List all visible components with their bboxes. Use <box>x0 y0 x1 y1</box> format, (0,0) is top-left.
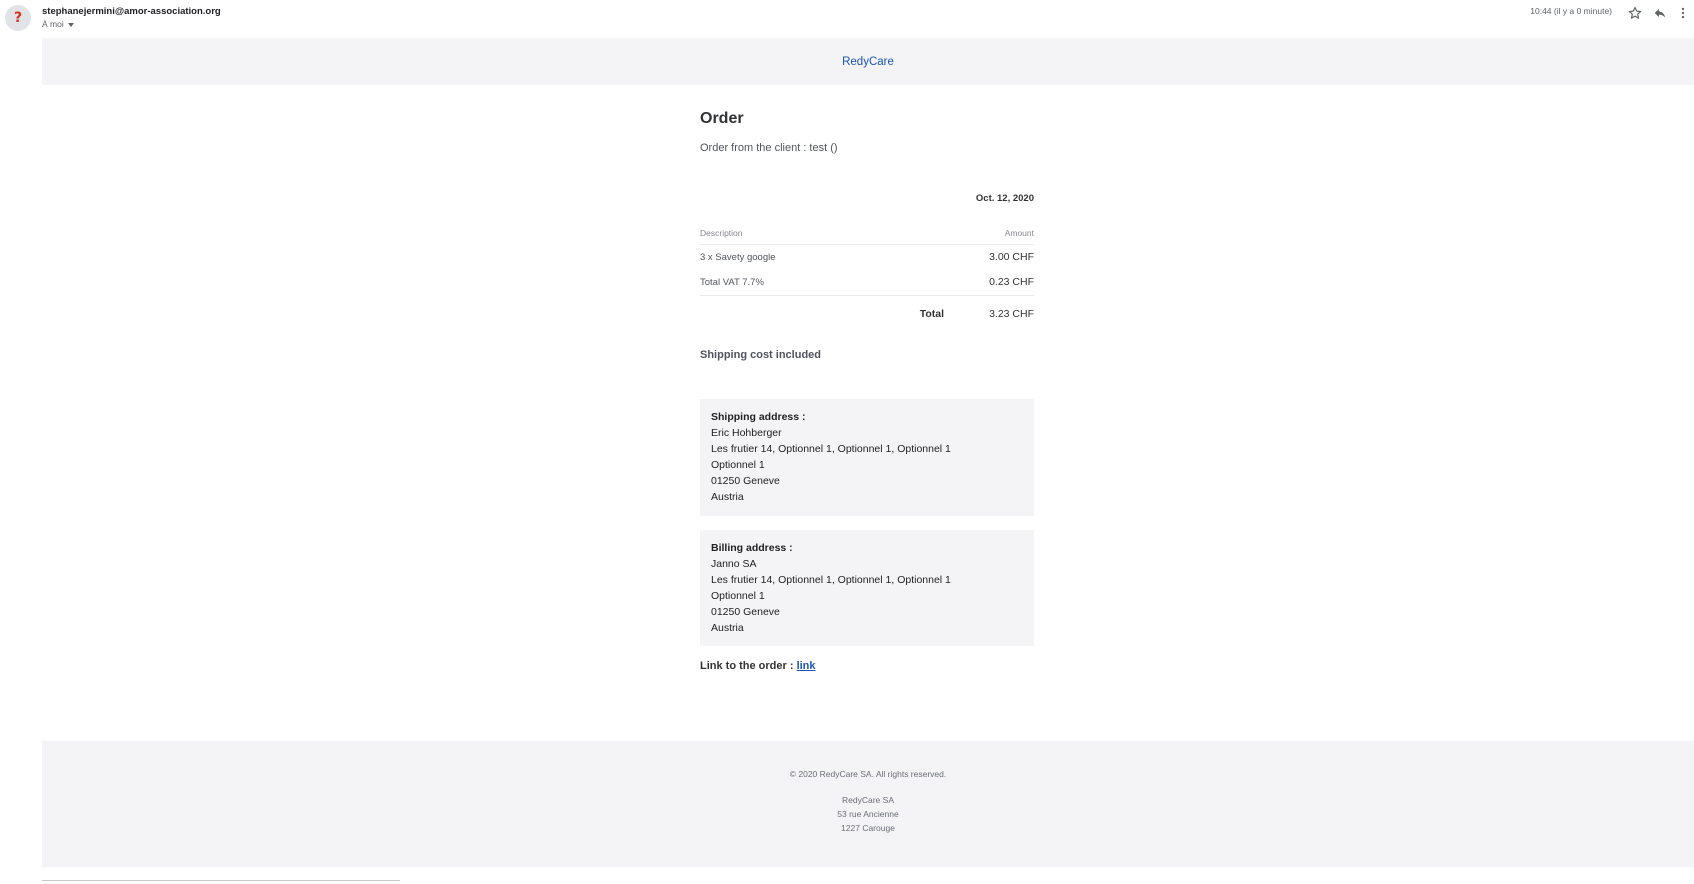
total-row: Total 3.23 CHF <box>700 295 1034 326</box>
recipient-dropdown[interactable]: À moi <box>42 19 74 29</box>
shipping-country: Austria <box>711 491 744 503</box>
billing-line2: Optionnel 1 <box>711 590 765 602</box>
page-title: Order <box>700 110 744 127</box>
unknown-sender-icon[interactable]: ? <box>5 5 31 31</box>
column-header-amount: Amount <box>859 224 1034 245</box>
order-subtitle: Order from the client : test () <box>700 142 838 154</box>
total-amount: 3.23 CHF <box>974 295 1034 326</box>
sender-address[interactable]: stephanejermini@amor-association.org <box>42 6 221 17</box>
shipping-line1: Les frutier 14, Optionnel 1, Optionnel 1… <box>711 443 951 455</box>
footer-address: RedyCare SA 53 rue Ancienne 1227 Carouge <box>42 793 1694 835</box>
billing-address-box: Billing address : Janno SA Les frutier 1… <box>700 530 1034 646</box>
table-header-row: Description Amount <box>700 224 1034 245</box>
column-header-description: Description <box>700 224 860 245</box>
shipping-name: Eric Hohberger <box>711 427 782 439</box>
email-footer: © 2020 RedyCare SA. All rights reserved.… <box>42 741 1694 867</box>
table-row: 3 x Savety google 3.00 CHF <box>700 245 1034 271</box>
billing-address-title: Billing address : <box>711 542 793 554</box>
more-vert-icon[interactable] <box>1674 4 1692 22</box>
order-items-table: Description Amount 3 x Savety google 3.0… <box>700 224 1034 326</box>
email-timestamp: 10:44 (il y a 0 minute) <box>1530 6 1612 16</box>
billing-country: Austria <box>711 622 744 634</box>
order-link-line: Link to the order : link <box>700 660 816 672</box>
footer-company: RedyCare SA <box>842 795 894 805</box>
footer-street: 53 rue Ancienne <box>837 809 899 819</box>
brand-header: RedyCare <box>42 38 1694 85</box>
divider <box>42 880 400 881</box>
total-label: Total <box>859 295 974 326</box>
item-description: 3 x Savety google <box>700 251 776 263</box>
shipping-address-title: Shipping address : <box>711 411 806 423</box>
email-header: ? stephanejermini@amor-association.org À… <box>0 0 1694 38</box>
item-amount: 3.00 CHF <box>989 251 1034 263</box>
shipping-note: Shipping cost included <box>700 349 821 361</box>
billing-city: 01250 Geneve <box>711 606 780 618</box>
footer-city: 1227 Carouge <box>841 823 895 833</box>
recipient-label: À moi <box>42 19 64 29</box>
order-link[interactable]: link <box>797 660 816 672</box>
table-row: Total VAT 7.7% 0.23 CHF <box>700 270 1034 296</box>
shipping-city: 01250 Geneve <box>711 475 780 487</box>
shipping-address-box: Shipping address : Eric Hohberger Les fr… <box>700 399 1034 516</box>
chevron-down-icon <box>67 22 74 27</box>
shipping-line2: Optionnel 1 <box>711 459 765 471</box>
vat-amount: 0.23 CHF <box>989 276 1034 288</box>
brand-link[interactable]: RedyCare <box>842 56 894 68</box>
vat-description: Total VAT 7.7% <box>700 276 764 288</box>
billing-line1: Les frutier 14, Optionnel 1, Optionnel 1… <box>711 574 951 586</box>
order-link-label: Link to the order : <box>700 660 797 672</box>
footer-copyright: © 2020 RedyCare SA. All rights reserved. <box>789 769 947 779</box>
reply-icon[interactable] <box>1651 4 1669 22</box>
billing-name: Janno SA <box>711 558 757 570</box>
star-icon[interactable] <box>1626 4 1644 22</box>
order-date: Oct. 12, 2020 <box>975 193 1034 204</box>
